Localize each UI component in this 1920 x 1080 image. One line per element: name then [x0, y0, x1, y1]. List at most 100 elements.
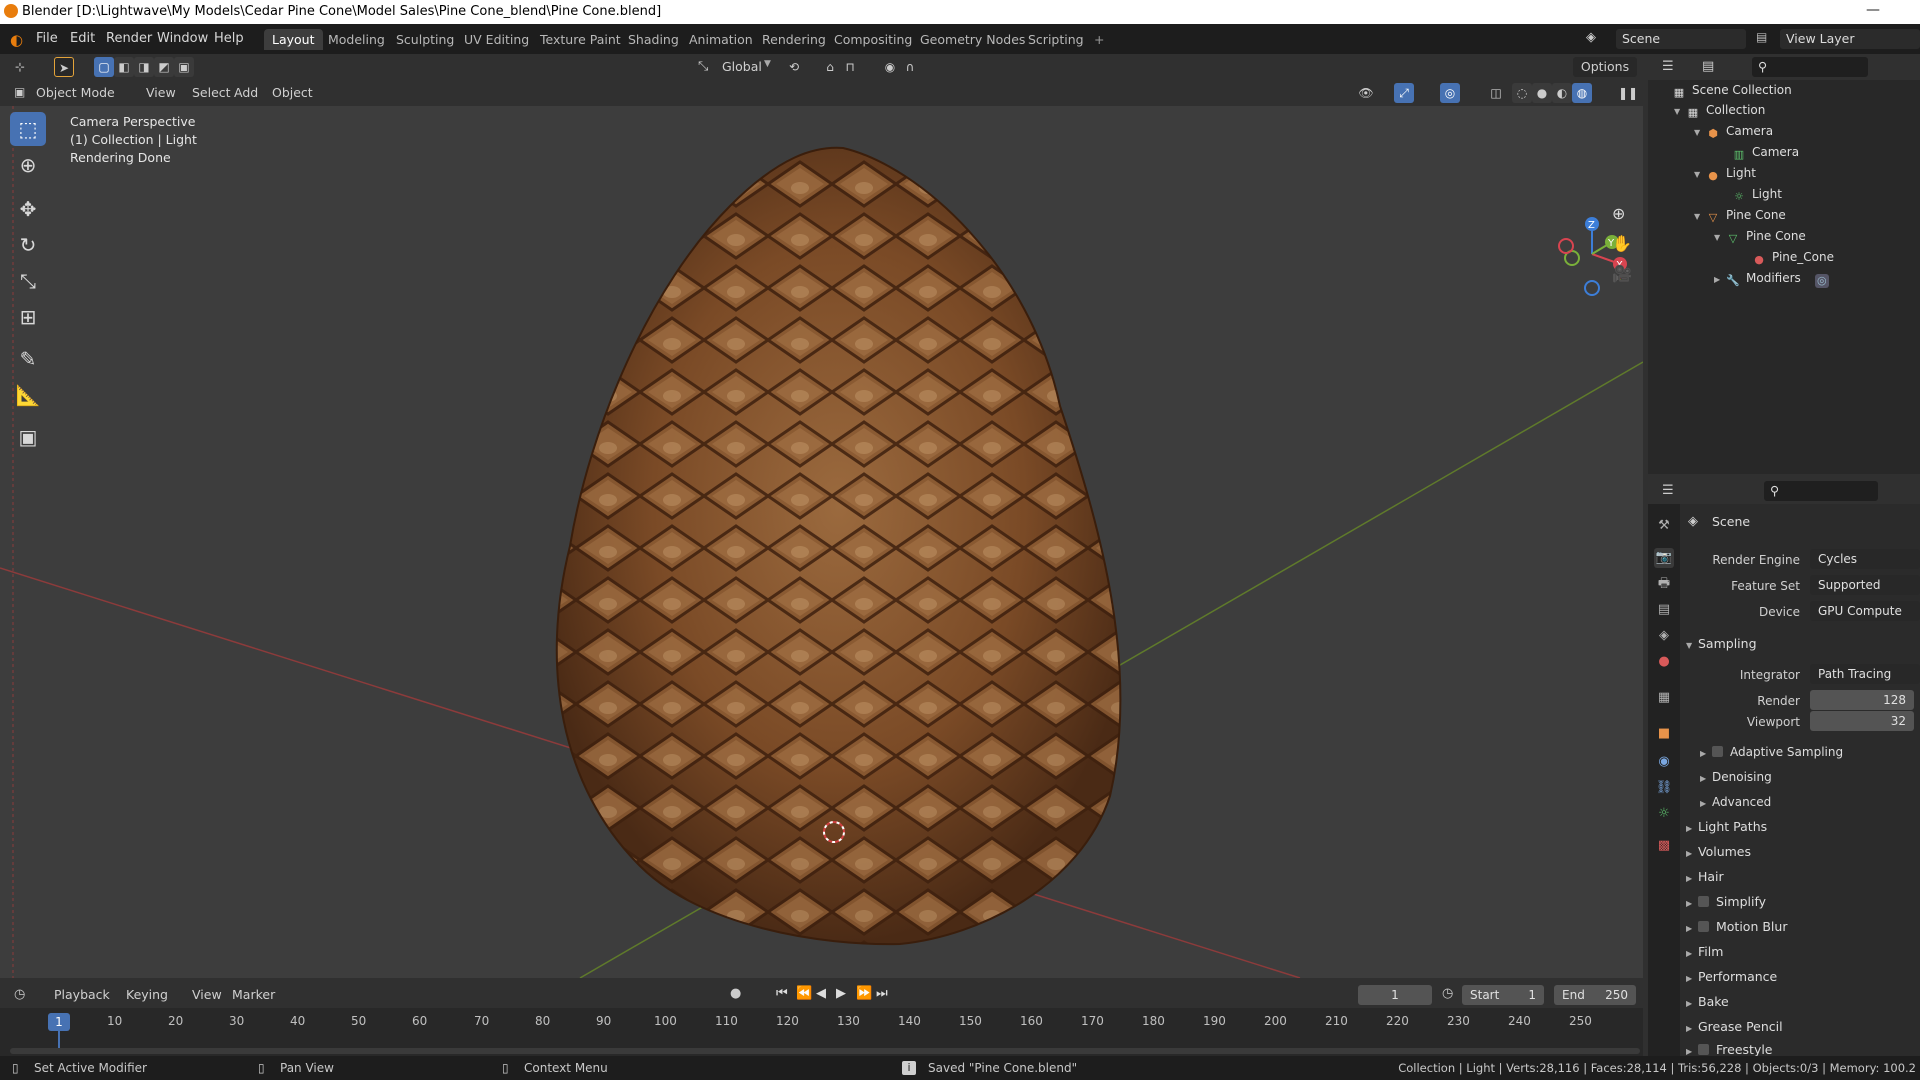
outliner-row-pine-cone-mesh[interactable]: ▼ ▽ Pine Cone: [1714, 226, 1806, 246]
expand-icon[interactable]: ▼: [1714, 228, 1726, 248]
menu-playback[interactable]: Playback: [48, 985, 116, 1005]
pivot-point-icon[interactable]: ⟲: [784, 57, 804, 77]
film-panel[interactable]: ▶ Film: [1686, 944, 1723, 959]
volumes-panel[interactable]: ▶ Volumes: [1686, 844, 1751, 859]
select-mode-extend-icon[interactable]: ◧: [114, 57, 134, 77]
adaptive-sampling-subpanel[interactable]: ▶ Adaptive Sampling: [1700, 745, 1843, 759]
tab-sculpting[interactable]: Sculpting: [388, 29, 462, 50]
menu-file[interactable]: File: [36, 31, 58, 46]
outliner-editor-type-icon[interactable]: ☰: [1662, 59, 1674, 74]
integrator-dropdown[interactable]: Path Tracing: [1810, 664, 1920, 684]
expand-icon[interactable]: ▼: [1694, 207, 1706, 227]
next-keyframe-icon[interactable]: ⏩: [856, 986, 872, 1001]
playhead-frame-indicator[interactable]: 1: [48, 1013, 70, 1031]
select-tool-icon[interactable]: ➤: [54, 57, 74, 77]
grease-pencil-panel[interactable]: ▶ Grease Pencil: [1686, 1019, 1783, 1034]
sampling-panel-header[interactable]: ▼ Sampling: [1686, 636, 1757, 651]
gizmo-toggle-icon[interactable]: ⤢: [1394, 83, 1414, 103]
snap-icon[interactable]: ⌂: [820, 57, 840, 77]
feature-set-dropdown[interactable]: Supported: [1810, 575, 1920, 595]
render-engine-dropdown[interactable]: Cycles: [1810, 549, 1920, 569]
start-frame-field[interactable]: Start 1: [1462, 985, 1544, 1005]
jump-to-start-icon[interactable]: ⏮: [776, 986, 788, 1001]
tool-tab-icon[interactable]: ⚒: [1654, 516, 1674, 536]
tab-geometry-nodes[interactable]: Geometry Nodes: [912, 29, 1033, 50]
menu-help[interactable]: Help: [214, 31, 244, 46]
shading-wireframe-icon[interactable]: ◌: [1512, 83, 1532, 103]
tab-uv-editing[interactable]: UV Editing: [456, 29, 537, 50]
display-mode-icon[interactable]: ▤: [1702, 59, 1714, 74]
jump-to-end-icon[interactable]: ⏭: [876, 986, 888, 1001]
select-mode-new-icon[interactable]: ▢: [94, 57, 114, 77]
expand-icon[interactable]: ▼: [1694, 165, 1706, 185]
outliner-row-camera-object[interactable]: ▼ ⬢ Camera: [1694, 121, 1773, 141]
pine-cone-model[interactable]: [555, 146, 1122, 946]
move-tool-icon[interactable]: ✥: [10, 192, 46, 226]
physics-tab-icon[interactable]: ◉: [1654, 752, 1674, 772]
camera-view-icon[interactable]: 🎥: [1612, 264, 1632, 283]
annotate-tool-icon[interactable]: ✎: [10, 342, 46, 376]
measure-tool-icon[interactable]: 📐: [10, 378, 46, 412]
tab-rendering[interactable]: Rendering: [754, 29, 834, 50]
scene-selector[interactable]: Scene: [1616, 29, 1746, 49]
record-keyframe-icon[interactable]: ●: [730, 986, 741, 1001]
outliner-row-pine-cone-object[interactable]: ▼ ▽ Pine Cone: [1694, 205, 1786, 225]
transform-tool-icon[interactable]: ⊞: [10, 300, 46, 334]
xray-toggle-icon[interactable]: ◫: [1486, 83, 1506, 103]
menu-marker[interactable]: Marker: [226, 985, 281, 1005]
menu-object[interactable]: Object: [266, 83, 319, 103]
scale-tool-icon[interactable]: ⤡: [10, 264, 46, 298]
simplify-checkbox[interactable]: [1698, 896, 1709, 907]
proportional-editing-icon[interactable]: ◉: [880, 57, 900, 77]
outliner-row-light-data[interactable]: ☼ Light: [1732, 184, 1782, 204]
visibility-icon[interactable]: 👁: [1356, 83, 1376, 103]
options-dropdown[interactable]: Options: [1573, 57, 1637, 77]
object-mode-dropdown[interactable]: Object Mode: [30, 83, 124, 103]
freestyle-panel[interactable]: ▶ Freestyle: [1686, 1042, 1773, 1057]
outliner-row-pine-cone-material[interactable]: ● Pine_Cone: [1752, 247, 1834, 267]
shading-material-icon[interactable]: ◐: [1552, 83, 1572, 103]
pause-render-icon[interactable]: ❚❚: [1618, 83, 1638, 103]
performance-panel[interactable]: ▶ Performance: [1686, 969, 1777, 984]
rotate-tool-icon[interactable]: ↻: [10, 228, 46, 262]
end-frame-field[interactable]: End 250: [1554, 985, 1636, 1005]
render-samples-field[interactable]: 128: [1810, 690, 1914, 710]
outliner-row-scene-collection[interactable]: ▦ Scene Collection: [1672, 80, 1792, 100]
freestyle-checkbox[interactable]: [1698, 1044, 1709, 1055]
outliner-search-input[interactable]: ⚲: [1752, 57, 1868, 77]
timeline-editor-type-icon[interactable]: ◷: [14, 987, 25, 1002]
view-layer-selector[interactable]: View Layer: [1780, 29, 1920, 49]
advanced-subpanel[interactable]: ▶ Advanced: [1700, 795, 1771, 809]
tab-scripting[interactable]: Scripting: [1020, 29, 1092, 50]
expand-icon[interactable]: ▼: [1674, 102, 1686, 122]
play-icon[interactable]: ▶: [836, 986, 846, 1001]
navigation-gizmo[interactable]: Z X Y: [1558, 217, 1627, 296]
tab-compositing[interactable]: Compositing: [826, 29, 920, 50]
constraints-tab-icon[interactable]: ⛓: [1654, 778, 1674, 798]
device-dropdown[interactable]: GPU Compute: [1810, 601, 1920, 621]
previous-keyframe-icon[interactable]: ⏪: [796, 986, 812, 1001]
viewport-samples-field[interactable]: 32: [1810, 711, 1914, 731]
tab-animation[interactable]: Animation: [681, 29, 761, 50]
outliner-row-camera-data[interactable]: ▥ Camera: [1732, 142, 1799, 162]
menu-render[interactable]: Render: [106, 31, 152, 46]
properties-editor-type-icon[interactable]: ☰: [1662, 483, 1674, 498]
current-frame-field[interactable]: 1: [1358, 985, 1432, 1005]
light-paths-panel[interactable]: ▶ Light Paths: [1686, 819, 1767, 834]
menu-timeline-view[interactable]: View: [186, 985, 228, 1005]
bake-panel[interactable]: ▶ Bake: [1686, 994, 1729, 1009]
outliner-row-collection[interactable]: ▼ ▦ Collection: [1674, 100, 1765, 120]
tab-layout[interactable]: Layout: [264, 29, 323, 50]
menu-window[interactable]: Window: [157, 31, 208, 46]
overlays-toggle-icon[interactable]: ◎: [1440, 83, 1460, 103]
expand-icon[interactable]: ▶: [1714, 270, 1726, 290]
texture-tab-icon[interactable]: ▩: [1654, 836, 1674, 856]
3d-viewport[interactable]: Z X Y Camera Perspective (1) Collection …: [0, 106, 1643, 978]
select-mode-intersect-icon[interactable]: ▣: [174, 57, 194, 77]
pan-hand-icon[interactable]: ✋: [1612, 234, 1632, 253]
zoom-icon[interactable]: ⊕: [1612, 204, 1625, 223]
add-workspace-button[interactable]: +: [1086, 29, 1112, 50]
shading-rendered-icon[interactable]: ◍: [1572, 83, 1592, 103]
properties-search-input[interactable]: ⚲: [1764, 481, 1878, 501]
menu-add[interactable]: Add: [228, 83, 264, 103]
